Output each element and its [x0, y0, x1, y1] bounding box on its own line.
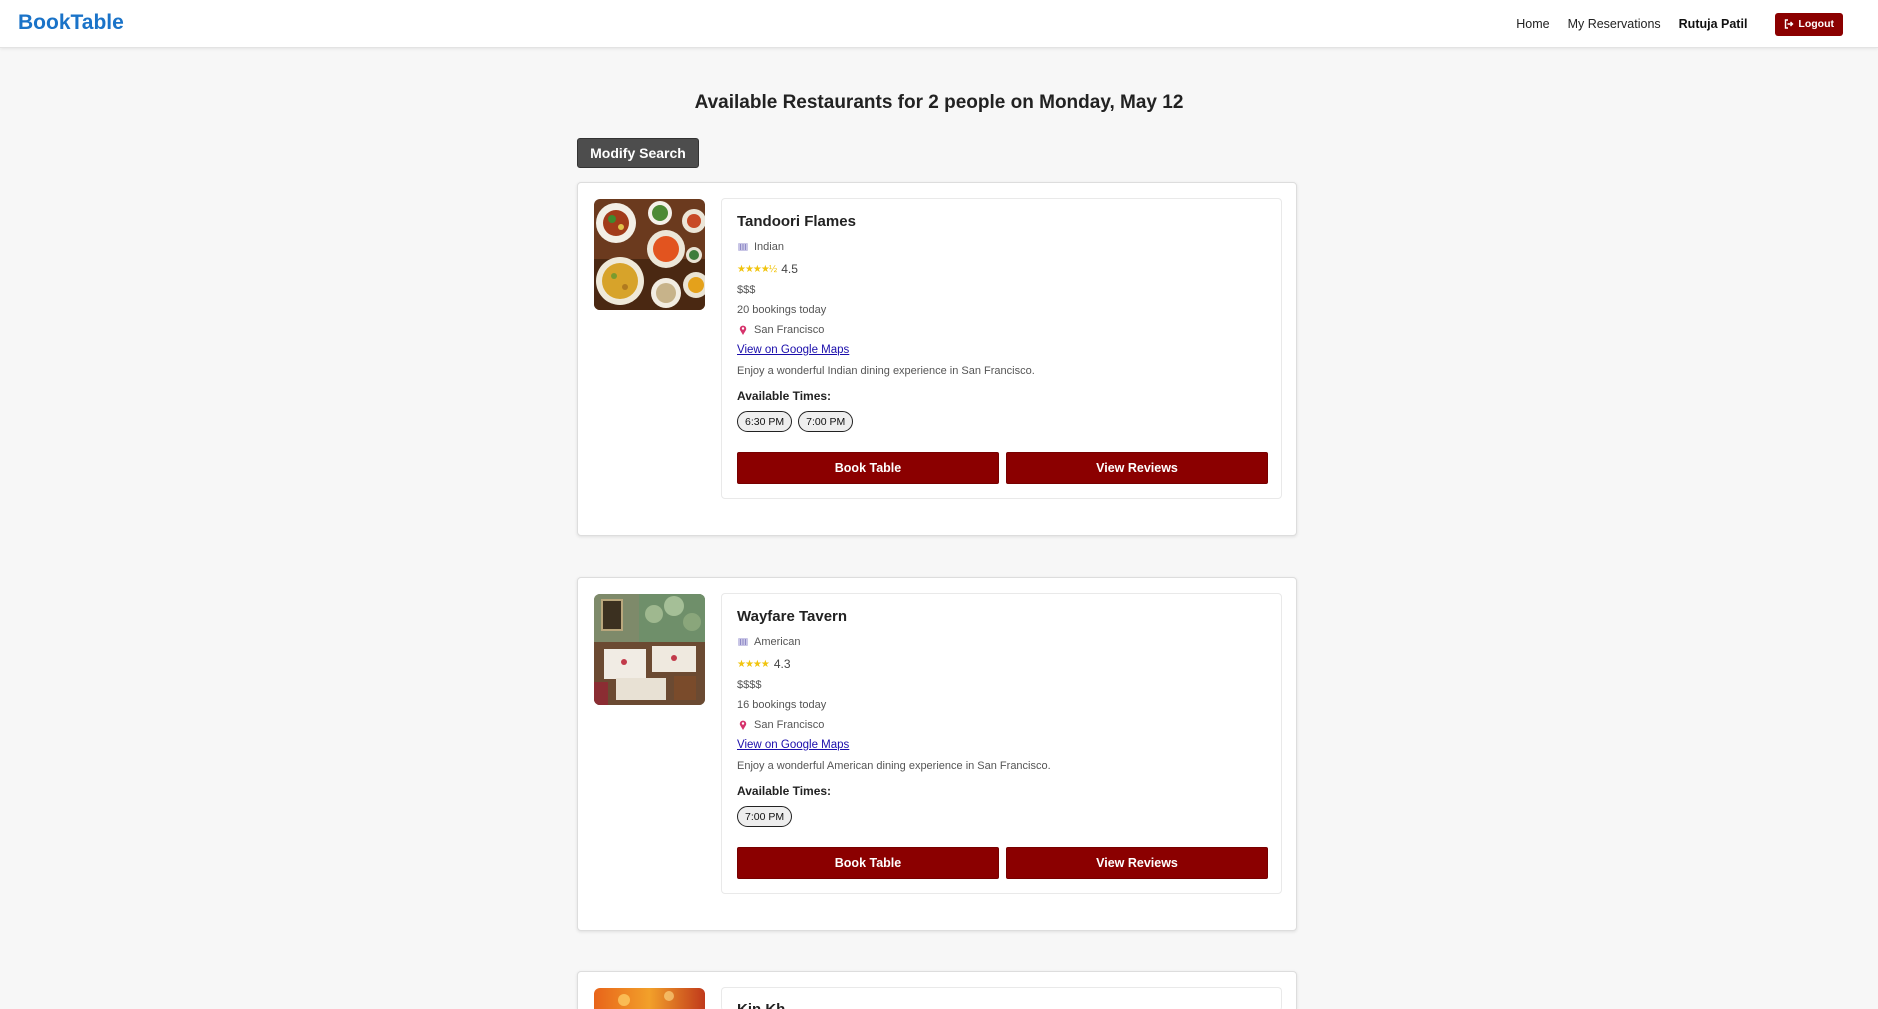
card-actions: Book Table View Reviews [737, 452, 1268, 484]
available-times-label: Available Times: [737, 389, 832, 403]
price-range: $$$$ [737, 679, 762, 691]
cuisine-icon [738, 243, 748, 251]
time-slot-button[interactable]: 6:30 PM [737, 411, 793, 432]
cuisine-icon [738, 638, 748, 646]
google-maps-link[interactable]: View on Google Maps [737, 344, 849, 356]
restaurant-details: Kin Kh [721, 987, 1282, 1009]
location-label: San Francisco [754, 719, 825, 731]
brand-logo[interactable]: BookTable [18, 11, 124, 35]
restaurant-card: Tandoori Flames Indian ★★★★½ 4.5 $$$ 20 … [577, 182, 1297, 536]
restaurant-description: Enjoy a wonderful American dining experi… [737, 760, 1051, 772]
nav-my-reservations-link[interactable]: My Reservations [1568, 17, 1661, 31]
rating-stars: ★★★★ [737, 658, 770, 670]
logout-icon [1785, 19, 1794, 29]
rating-value: 4.5 [781, 262, 798, 276]
price-range: $$$ [737, 284, 756, 296]
restaurant-description: Enjoy a wonderful Indian dining experien… [737, 365, 1035, 377]
nav-links: Home My Reservations Rutuja Patil Logout [1498, 12, 1843, 36]
time-slot-button[interactable]: 7:00 PM [737, 806, 793, 827]
time-slot-button[interactable]: 7:00 PM [798, 411, 854, 432]
restaurant-name: Kin Kh [737, 1001, 785, 1009]
restaurant-image [594, 594, 705, 705]
restaurant-name: Tandoori Flames [737, 213, 856, 230]
bookings-count: 20 bookings today [737, 304, 827, 316]
top-navbar: BookTable Home My Reservations Rutuja Pa… [0, 0, 1878, 48]
rating-row: ★★★★ 4.3 [737, 657, 791, 671]
rating-row: ★★★★½ 4.5 [737, 262, 798, 276]
logout-button[interactable]: Logout [1775, 12, 1843, 36]
bookings-count: 16 bookings today [737, 699, 827, 711]
location-row: San Francisco [737, 719, 824, 731]
restaurant-name: Wayfare Tavern [737, 608, 848, 625]
card-actions: Book Table View Reviews [737, 847, 1268, 879]
modify-search-button[interactable]: Modify Search [577, 138, 699, 168]
rating-value: 4.3 [773, 657, 791, 671]
book-table-button[interactable]: Book Table [737, 847, 999, 879]
cuisine-label: Indian [754, 241, 784, 253]
cuisine-row: Indian [737, 241, 784, 253]
time-slots: 6:30 PM 7:00 PM [737, 411, 854, 432]
view-reviews-button[interactable]: View Reviews [1006, 452, 1268, 484]
time-slots: 7:00 PM [737, 806, 793, 827]
view-reviews-button[interactable]: View Reviews [1006, 847, 1268, 879]
rating-stars: ★★★★½ [737, 263, 777, 275]
restaurant-details: Tandoori Flames Indian ★★★★½ 4.5 $$$ 20 … [721, 198, 1282, 499]
restaurant-image [594, 988, 705, 1009]
logout-label: Logout [1798, 18, 1834, 30]
location-pin-icon [739, 325, 747, 335]
location-row: San Francisco [737, 324, 824, 336]
location-pin-icon [739, 720, 747, 730]
cuisine-label: American [754, 636, 801, 648]
google-maps-link[interactable]: View on Google Maps [737, 739, 849, 751]
cuisine-row: American [737, 636, 800, 648]
restaurant-details: Wayfare Tavern American ★★★★ 4.3 $$$$ 16… [721, 593, 1282, 894]
book-table-button[interactable]: Book Table [737, 452, 999, 484]
location-label: San Francisco [754, 324, 825, 336]
user-name: Rutuja Patil [1678, 17, 1748, 31]
nav-home-link[interactable]: Home [1516, 17, 1549, 31]
restaurant-card: Wayfare Tavern American ★★★★ 4.3 $$$$ 16… [577, 577, 1297, 931]
page-title: Available Restaurants for 2 people on Mo… [694, 92, 1184, 113]
available-times-label: Available Times: [737, 784, 832, 798]
restaurant-image [594, 199, 705, 310]
restaurant-card: Kin Kh [577, 971, 1297, 1009]
